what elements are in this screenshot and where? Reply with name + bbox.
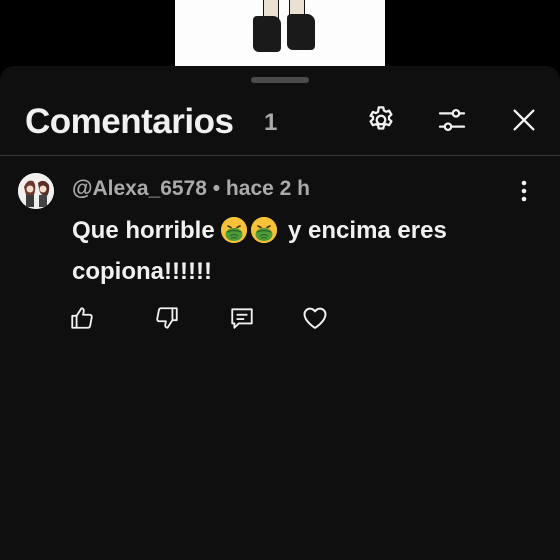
comment-text-part1: Que horrible (72, 217, 222, 244)
close-icon (513, 109, 535, 131)
thumbs-down-icon (156, 307, 178, 329)
heart-button[interactable] (301, 304, 329, 332)
filter-button[interactable] (434, 102, 470, 138)
avatar[interactable] (18, 173, 54, 209)
comment-text: Que horrible y encima eres copiona!!!!!! (72, 210, 532, 292)
comment-count: 1 (264, 109, 278, 136)
video-area[interactable] (0, 0, 560, 66)
heart-icon (303, 307, 327, 329)
sheet-title: Comentarios (25, 102, 234, 141)
comment-icon (231, 308, 253, 329)
settings-button[interactable] (363, 102, 399, 138)
comments-sheet: Comentarios 1 @Alexa_6578 • hace 2 h Que… (0, 66, 560, 560)
dislike-button[interactable] (153, 304, 181, 332)
drag-handle[interactable] (251, 77, 309, 83)
nauseated-face-emoji (221, 217, 248, 243)
video-thumbnail (175, 0, 385, 66)
vertical-dots-icon (521, 180, 527, 202)
comment-author-time[interactable]: @Alexa_6578 • hace 2 h (72, 177, 310, 201)
reply-button[interactable] (228, 304, 256, 332)
like-button[interactable] (68, 304, 96, 332)
close-button[interactable] (506, 102, 542, 138)
thumbs-up-icon (71, 307, 93, 329)
gear-icon (369, 106, 393, 130)
comment-more-button[interactable] (513, 178, 535, 204)
header-divider (0, 155, 560, 156)
nauseated-face-emoji (251, 217, 278, 243)
sliders-icon (438, 108, 466, 132)
